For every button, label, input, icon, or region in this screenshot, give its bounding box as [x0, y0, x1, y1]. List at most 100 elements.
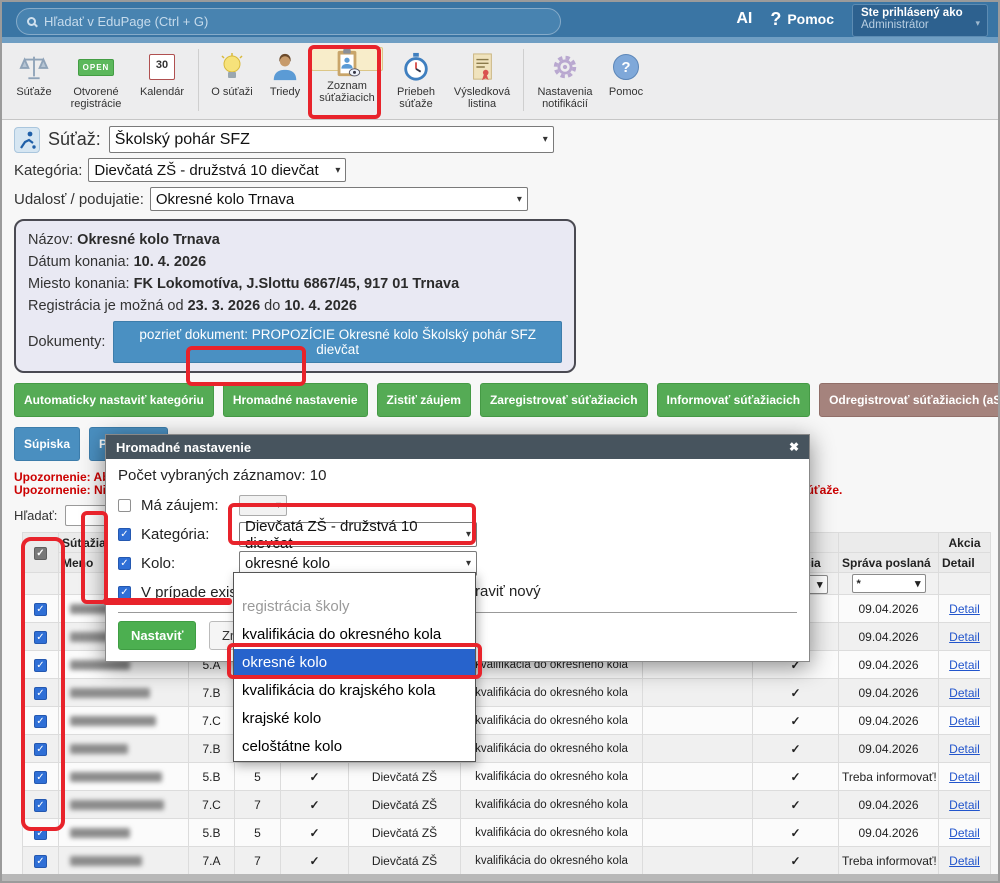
interest-check-icon: ✓ [281, 819, 349, 847]
detail-link[interactable]: Detail [949, 742, 980, 756]
set-button[interactable]: Nastaviť [118, 621, 196, 650]
ma-zaujem-checkbox[interactable] [118, 499, 131, 512]
detail-link[interactable]: Detail [949, 714, 980, 728]
modal-kategoria-label: Kategória: [141, 526, 239, 543]
toolbar-item-bulb[interactable]: O súťaži [205, 47, 259, 98]
clipboard-icon [332, 48, 362, 78]
action-button-automaticky-nastavi-kateg-riu[interactable]: Automaticky nastaviť kategóriu [14, 383, 214, 417]
user-menu[interactable]: Ste prihlásený ako Administrátor ▾ [852, 4, 988, 37]
close-icon[interactable]: ✖ [789, 440, 799, 454]
kolo-dropdown-list: registrácia školykvalifikácia do okresné… [233, 572, 476, 762]
cell-category: Dievčatá ZŠ [349, 791, 461, 819]
detail-link[interactable]: Detail [949, 602, 980, 616]
toolbar-item-certificate[interactable]: Výsledková listina [449, 47, 515, 110]
row-checkbox[interactable] [34, 659, 47, 672]
open-sign-icon: OPEN [78, 50, 115, 84]
cell-message: 09.04.2026 [839, 819, 939, 847]
action-button-hromadn-nastavenie[interactable]: Hromadné nastavenie [223, 383, 368, 417]
row-checkbox[interactable] [34, 827, 47, 840]
row-checkbox[interactable] [34, 743, 47, 756]
action-button-zisti-z-ujem[interactable]: Zistiť záujem [377, 383, 471, 417]
detail-link[interactable]: Detail [949, 798, 980, 812]
row-checkbox[interactable] [34, 603, 47, 616]
action-button-s-piska[interactable]: Súpiska [14, 427, 80, 461]
sutaz-label: Súťaž: [48, 129, 101, 150]
help-button[interactable]: Pomoc [787, 11, 834, 27]
select-all-checkbox[interactable] [34, 547, 47, 560]
toolbar-item-question[interactable]: ?Pomoc [604, 47, 648, 98]
modal-kategoria-select[interactable]: Dievčatá ZŠ - družstvá 10 dievčat▾ [239, 522, 477, 547]
documents-label: Dokumenty: [28, 331, 105, 353]
col-header-akcia: Akcia [939, 533, 991, 553]
cell-class: 7.B [189, 679, 235, 707]
blurred-name [70, 828, 130, 838]
view-document-button[interactable]: pozrieť dokument: PROPOZÍCIE Okresné kol… [113, 321, 562, 363]
kolo-checkbox[interactable] [118, 557, 131, 570]
col-header-detail: Detail [939, 553, 991, 573]
chevron-down-icon: ▾ [975, 18, 980, 29]
interest-check-icon: ✓ [281, 847, 349, 875]
action-button-odregistrova-s-a-iacich-asc[interactable]: Odregistrovať súťažiacich (aSc) [819, 383, 1000, 417]
toolbar-item-person[interactable]: Triedy [263, 47, 307, 98]
toolbar-item-scales[interactable]: Súťaže [10, 47, 58, 98]
table-row: 5.B5✓Dievčatá ZŠkvalifikácia do okresnéh… [23, 819, 991, 847]
question-icon: ? [613, 50, 639, 84]
detail-link[interactable]: Detail [949, 686, 980, 700]
kolo-option[interactable]: kvalifikácia do okresného kola [234, 621, 475, 649]
toolbar-item-clipboard[interactable]: Zoznam súťažiacich [311, 47, 383, 71]
top-bar: AI ? Pomoc Ste prihlásený ako Administrá… [2, 2, 998, 43]
kategoria-checkbox[interactable] [118, 528, 131, 541]
cell-message: 09.04.2026 [839, 623, 939, 651]
kategoria-select[interactable]: Dievčatá ZŠ - družstvá 10 dievčat▾ [88, 158, 346, 182]
cell-category: Dievčatá ZŠ [349, 847, 461, 875]
detail-link[interactable]: Detail [949, 826, 980, 840]
person-icon [270, 50, 300, 84]
row-checkbox[interactable] [34, 855, 47, 868]
table-row: 7.B7✓Dievčatá ZŠkvalifikácia do okresnéh… [23, 735, 991, 763]
row-checkbox[interactable] [34, 799, 47, 812]
toolbar-item-open-sign[interactable]: OPENOtvorené registrácie [62, 47, 130, 110]
detail-link[interactable]: Detail [949, 630, 980, 644]
toolbar-item-label: O súťaži [211, 86, 252, 98]
blurred-name [70, 688, 150, 698]
sprava-filter-select[interactable]: *▾ [852, 574, 926, 593]
detail-link[interactable]: Detail [949, 854, 980, 868]
registered-check-icon: ✓ [753, 791, 839, 819]
kolo-option[interactable]: registrácia školy [234, 593, 475, 621]
blurred-name [70, 800, 164, 810]
toolbar-item-gear[interactable]: Nastavenia notifikácií [530, 47, 600, 110]
row-checkbox[interactable] [34, 715, 47, 728]
kolo-option[interactable]: celoštátne kolo [234, 733, 475, 761]
gear-icon [550, 50, 580, 84]
udalost-select[interactable]: Okresné kolo Trnava▾ [150, 187, 528, 211]
udalost-label: Udalosť / podujatie: [14, 191, 144, 208]
cell-message: 09.04.2026 [839, 679, 939, 707]
kolo-option[interactable]: krajské kolo [234, 705, 475, 733]
search-input[interactable] [44, 14, 550, 29]
action-button-zaregistrova-s-a-iacich[interactable]: Zaregistrovať súťažiacich [480, 383, 648, 417]
blurred-name [70, 772, 162, 782]
toolbar-item-stopwatch[interactable]: Priebeh súťaže [387, 47, 445, 110]
table-row: 7.A7✓Dievčatá ZŠkvalifikácia do okresnéh… [23, 847, 991, 875]
ma-zaujem-select[interactable]: ▾ [239, 495, 287, 516]
toolbar: SúťažeOPENOtvorené registrácie30Kalendár… [2, 43, 998, 120]
action-button-informova-s-a-iacich[interactable]: Informovať súťažiacich [657, 383, 811, 417]
kolo-option[interactable]: okresné kolo [234, 649, 475, 677]
kolo-option[interactable] [234, 573, 475, 593]
help-question-icon[interactable]: ? [770, 9, 781, 30]
detail-link[interactable]: Detail [949, 770, 980, 784]
row-checkbox[interactable] [34, 687, 47, 700]
global-search[interactable] [16, 8, 561, 35]
modal-title: Hromadné nastavenie [116, 440, 251, 455]
detail-link[interactable]: Detail [949, 658, 980, 672]
row-checkbox[interactable] [34, 771, 47, 784]
existing-record-checkbox[interactable] [118, 586, 131, 599]
edupage-window: AI ? Pomoc Ste prihlásený ako Administrá… [0, 0, 1000, 883]
sutaz-select[interactable]: Školský pohár SFZ▾ [109, 126, 554, 153]
kolo-option[interactable]: kvalifikácia do krajského kola [234, 677, 475, 705]
cell-grade: 7 [235, 847, 281, 875]
toolbar-item-calendar[interactable]: 30Kalendár [134, 47, 190, 98]
row-checkbox[interactable] [34, 631, 47, 644]
ai-button[interactable]: AI [736, 10, 752, 28]
cell-round: kvalifikácia do okresného kola [461, 707, 643, 735]
